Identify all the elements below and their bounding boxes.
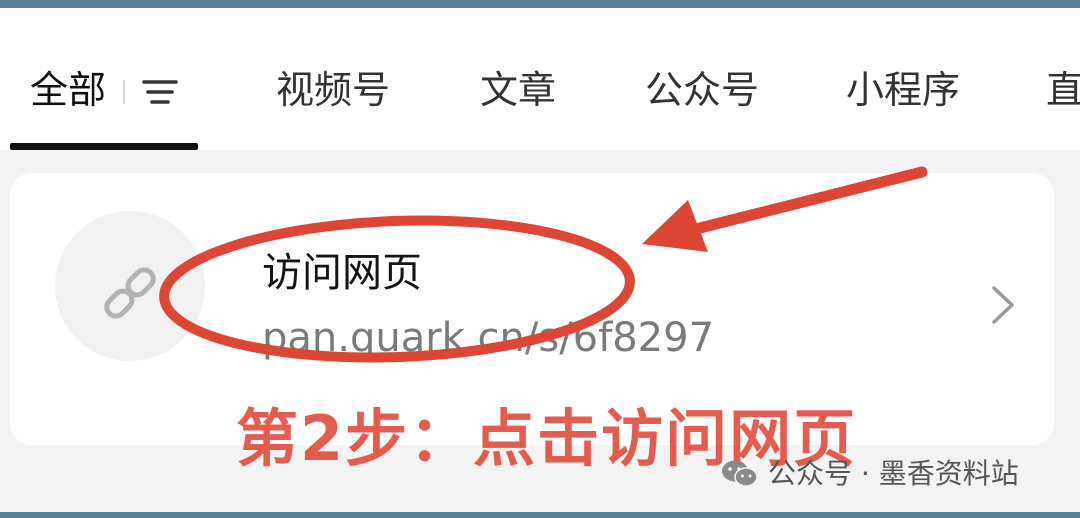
tab-channels[interactable]: 视频号 — [276, 60, 390, 120]
tab-articles[interactable]: 文章 — [480, 60, 556, 120]
filter-icon[interactable] — [138, 70, 182, 114]
tab-all[interactable]: 全部 — [30, 60, 106, 120]
tab-official-accounts[interactable]: 公众号 — [645, 60, 759, 120]
result-url[interactable]: pan.quark.cn/s/6f8297 — [262, 315, 714, 361]
active-tab-indicator — [10, 143, 198, 150]
chevron-right-icon[interactable] — [982, 282, 1022, 328]
tab-mini-programs[interactable]: 小程序 — [846, 60, 960, 120]
result-title[interactable]: 访问网页 — [262, 240, 422, 298]
link-icon — [104, 267, 156, 319]
wechat-icon — [722, 460, 758, 487]
tab-live[interactable]: 直 — [1046, 60, 1080, 120]
step-instruction-text: 第2步：点击访问网页 — [236, 402, 858, 475]
tab-divider — [123, 80, 125, 104]
watermark-label: 公众号 · 墨香资料站 — [768, 457, 1019, 490]
tab-bar: 全部 视频号 文章 公众号 小程序 直 — [0, 8, 1080, 150]
